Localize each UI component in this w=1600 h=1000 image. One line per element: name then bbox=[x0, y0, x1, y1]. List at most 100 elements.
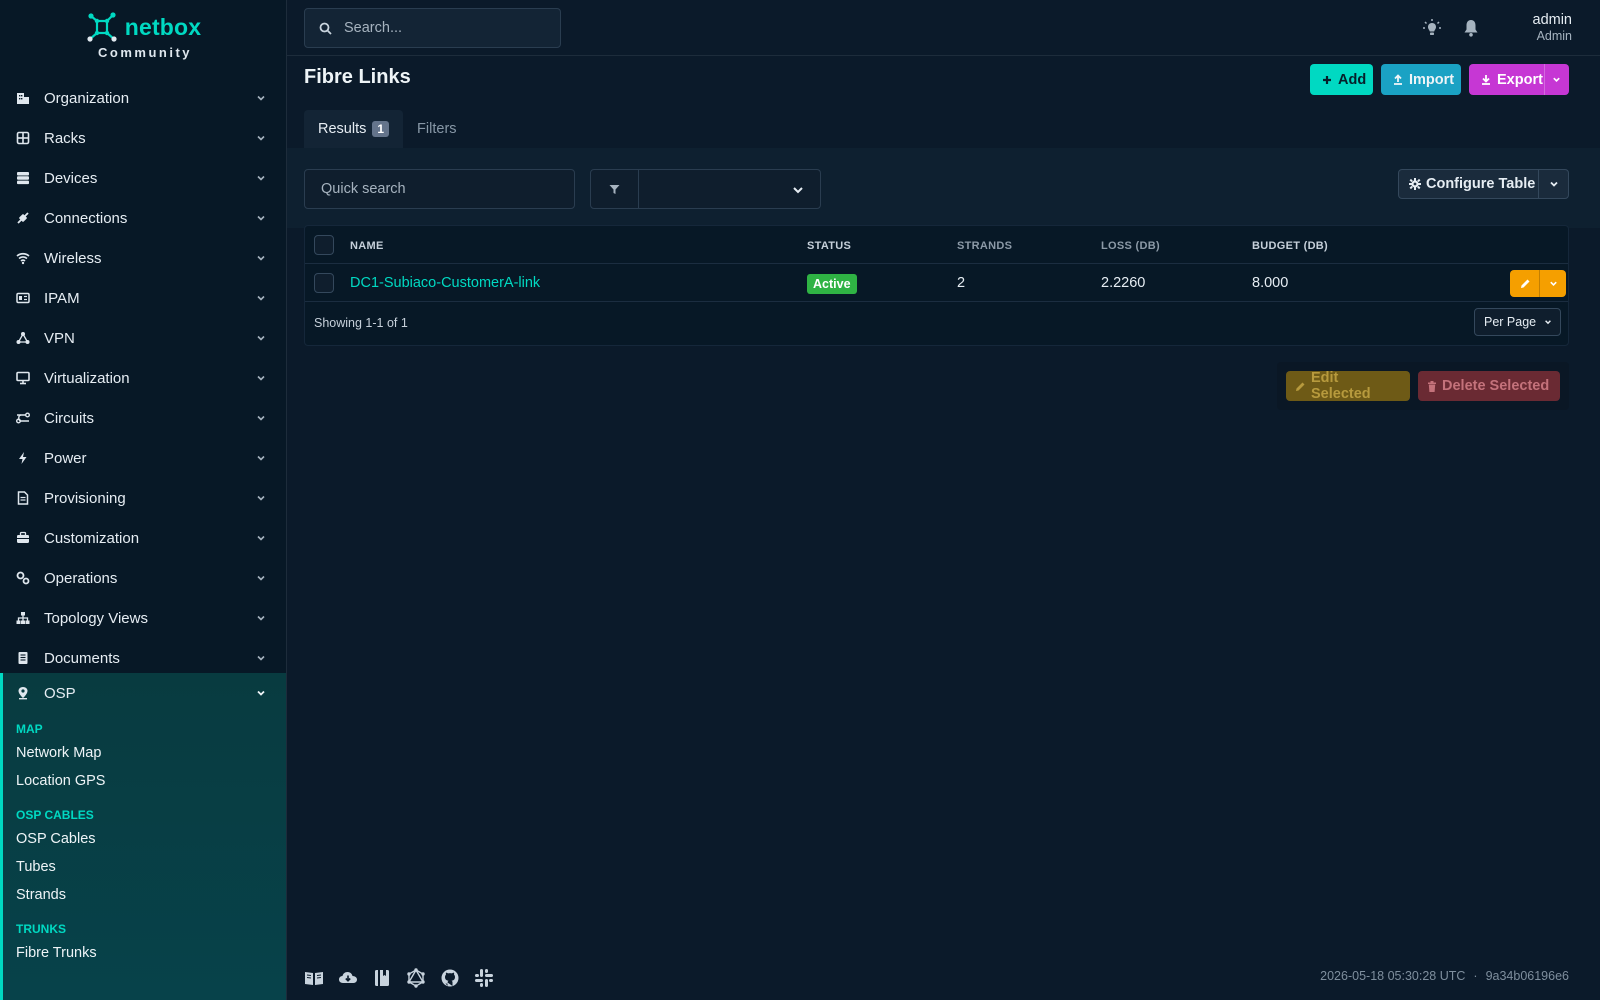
filter-button[interactable] bbox=[590, 169, 639, 209]
row-checkbox[interactable] bbox=[314, 273, 334, 293]
sidebar-item-operations[interactable]: Operations bbox=[0, 558, 286, 598]
configure-table-button[interactable]: Configure Table bbox=[1398, 169, 1539, 199]
configure-table-dropdown[interactable] bbox=[1538, 169, 1569, 199]
sidebar-item-virtualization[interactable]: Virtualization bbox=[0, 358, 286, 398]
fibre-link-name-link[interactable]: DC1-Subiaco-CustomerA-link bbox=[350, 275, 540, 291]
sidebar-item-label: Provisioning bbox=[44, 489, 126, 507]
sidebar-item-label: Operations bbox=[44, 569, 118, 587]
submenu-link-location-gps[interactable]: Location GPS bbox=[3, 767, 286, 795]
global-search[interactable] bbox=[304, 8, 561, 48]
search-input[interactable] bbox=[344, 20, 544, 36]
sidebar-item-label: Documents bbox=[44, 649, 120, 667]
column-header-loss[interactable]: LOSS (DB) bbox=[1101, 240, 1160, 252]
sidebar-item-customization[interactable]: Customization bbox=[0, 518, 286, 558]
sidebar-menu: Organization Racks Devices Connections Wirel… bbox=[0, 78, 286, 678]
submenu-link-tubes[interactable]: Tubes bbox=[3, 853, 286, 881]
sidebar-item-label: VPN bbox=[44, 329, 75, 347]
theme-toggle-lightbulb-icon[interactable] bbox=[1422, 18, 1442, 38]
column-header-status[interactable]: STATUS bbox=[807, 240, 851, 252]
chevron-down-icon bbox=[256, 213, 266, 223]
per-page-dropdown[interactable]: Per Page bbox=[1474, 308, 1561, 336]
chevron-down-icon bbox=[256, 293, 266, 303]
upload-icon bbox=[1393, 74, 1403, 85]
netbox-logo-icon bbox=[85, 11, 119, 43]
submenu-heading-osp-cables: OSP CABLES bbox=[16, 808, 94, 822]
notifications-bell-icon[interactable] bbox=[1461, 18, 1481, 38]
rack-icon bbox=[16, 131, 30, 145]
monitor-icon bbox=[16, 371, 30, 385]
sidebar-item-wireless[interactable]: Wireless bbox=[0, 238, 286, 278]
api-book-icon[interactable] bbox=[372, 968, 392, 988]
sitemap-icon bbox=[16, 611, 30, 625]
saved-filter-select[interactable] bbox=[638, 169, 821, 209]
chevron-down-icon bbox=[256, 133, 266, 143]
slack-icon[interactable] bbox=[474, 968, 494, 988]
column-header-strands[interactable]: STRANDS bbox=[957, 240, 1012, 252]
docs-book-icon[interactable] bbox=[304, 968, 324, 988]
user-name: admin bbox=[1532, 12, 1573, 28]
chevron-down-icon bbox=[256, 373, 266, 383]
submenu-link-strands[interactable]: Strands bbox=[3, 881, 286, 909]
github-icon[interactable] bbox=[440, 968, 460, 988]
results-table: NAME STATUS STRANDS LOSS (DB) BUDGET (DB… bbox=[304, 225, 1569, 346]
submenu-link-network-map[interactable]: Network Map bbox=[3, 739, 286, 767]
sidebar-item-vpn[interactable]: VPN bbox=[0, 318, 286, 358]
strands-value: 2 bbox=[957, 275, 966, 291]
export-button[interactable]: Export bbox=[1469, 64, 1569, 95]
chevron-down-icon bbox=[256, 653, 266, 663]
graphql-icon[interactable] bbox=[406, 968, 426, 988]
document-icon bbox=[16, 651, 30, 665]
footer-timestamp: 2026-05-18 05:30:28 UTC bbox=[1320, 969, 1466, 983]
sidebar-item-ipam[interactable]: IPAM bbox=[0, 278, 286, 318]
sidebar-item-racks[interactable]: Racks bbox=[0, 118, 286, 158]
page-title: Fibre Links bbox=[304, 66, 411, 88]
chevron-down-icon[interactable] bbox=[1549, 280, 1558, 288]
chevron-down-icon bbox=[256, 613, 266, 623]
submenu-heading-trunks: TRUNKS bbox=[16, 922, 66, 936]
pencil-icon bbox=[1295, 381, 1306, 392]
sidebar-item-label: Circuits bbox=[44, 409, 95, 427]
submenu-link-fibre-trunks[interactable]: Fibre Trunks bbox=[3, 939, 286, 967]
import-button[interactable]: Import bbox=[1381, 64, 1461, 95]
sidebar-item-label: Devices bbox=[44, 169, 98, 187]
bulk-actions: Edit Selected Delete Selected bbox=[1277, 362, 1569, 410]
sidebar-item-topology-views[interactable]: Topology Views bbox=[0, 598, 286, 638]
chevron-down-icon[interactable] bbox=[1552, 75, 1561, 84]
budget-value: 8.000 bbox=[1252, 275, 1289, 291]
column-header-name[interactable]: NAME bbox=[350, 240, 384, 252]
toolbox-icon bbox=[16, 531, 30, 545]
cloud-api-icon[interactable] bbox=[338, 968, 358, 988]
tab-results[interactable]: Results 1 bbox=[304, 110, 404, 148]
user-menu[interactable]: admin Admin bbox=[1533, 12, 1573, 43]
sidebar-item-osp[interactable]: OSP bbox=[3, 673, 286, 713]
sidebar-item-power[interactable]: Power bbox=[0, 438, 286, 478]
sidebar-item-circuits[interactable]: Circuits bbox=[0, 398, 286, 438]
circuit-icon bbox=[16, 411, 30, 425]
delete-selected-button[interactable]: Delete Selected bbox=[1418, 371, 1560, 401]
sidebar-item-provisioning[interactable]: Provisioning bbox=[0, 478, 286, 518]
edit-selected-button[interactable]: Edit Selected bbox=[1286, 370, 1410, 402]
results-count-badge: 1 bbox=[372, 121, 390, 137]
sidebar-item-documents[interactable]: Documents bbox=[0, 638, 286, 678]
tab-filters[interactable]: Filters bbox=[403, 110, 470, 148]
ip-icon bbox=[16, 291, 30, 305]
row-edit-button[interactable] bbox=[1510, 270, 1566, 297]
vpn-icon bbox=[16, 331, 30, 345]
brand-edition: Community bbox=[98, 45, 192, 60]
column-header-budget[interactable]: BUDGET (DB) bbox=[1252, 240, 1328, 252]
chevron-down-icon bbox=[256, 573, 266, 583]
sidebar-item-connections[interactable]: Connections bbox=[0, 198, 286, 238]
add-button[interactable]: Add bbox=[1310, 64, 1373, 95]
select-all-checkbox[interactable] bbox=[314, 235, 334, 255]
quick-search[interactable] bbox=[304, 169, 575, 209]
import-button-label: Import bbox=[1409, 71, 1455, 88]
sidebar-item-devices[interactable]: Devices bbox=[0, 158, 286, 198]
sidebar-item-organization[interactable]: Organization bbox=[0, 78, 286, 118]
submenu-link-osp-cables[interactable]: OSP Cables bbox=[3, 825, 286, 853]
chevron-down-icon bbox=[256, 173, 266, 183]
footer-version[interactable]: 9a34b06196e6 bbox=[1486, 969, 1569, 983]
quick-search-input[interactable] bbox=[305, 170, 574, 208]
server-icon bbox=[16, 171, 30, 185]
brand-logo[interactable]: netbox Community bbox=[0, 0, 286, 78]
chevron-down-icon bbox=[256, 413, 266, 423]
